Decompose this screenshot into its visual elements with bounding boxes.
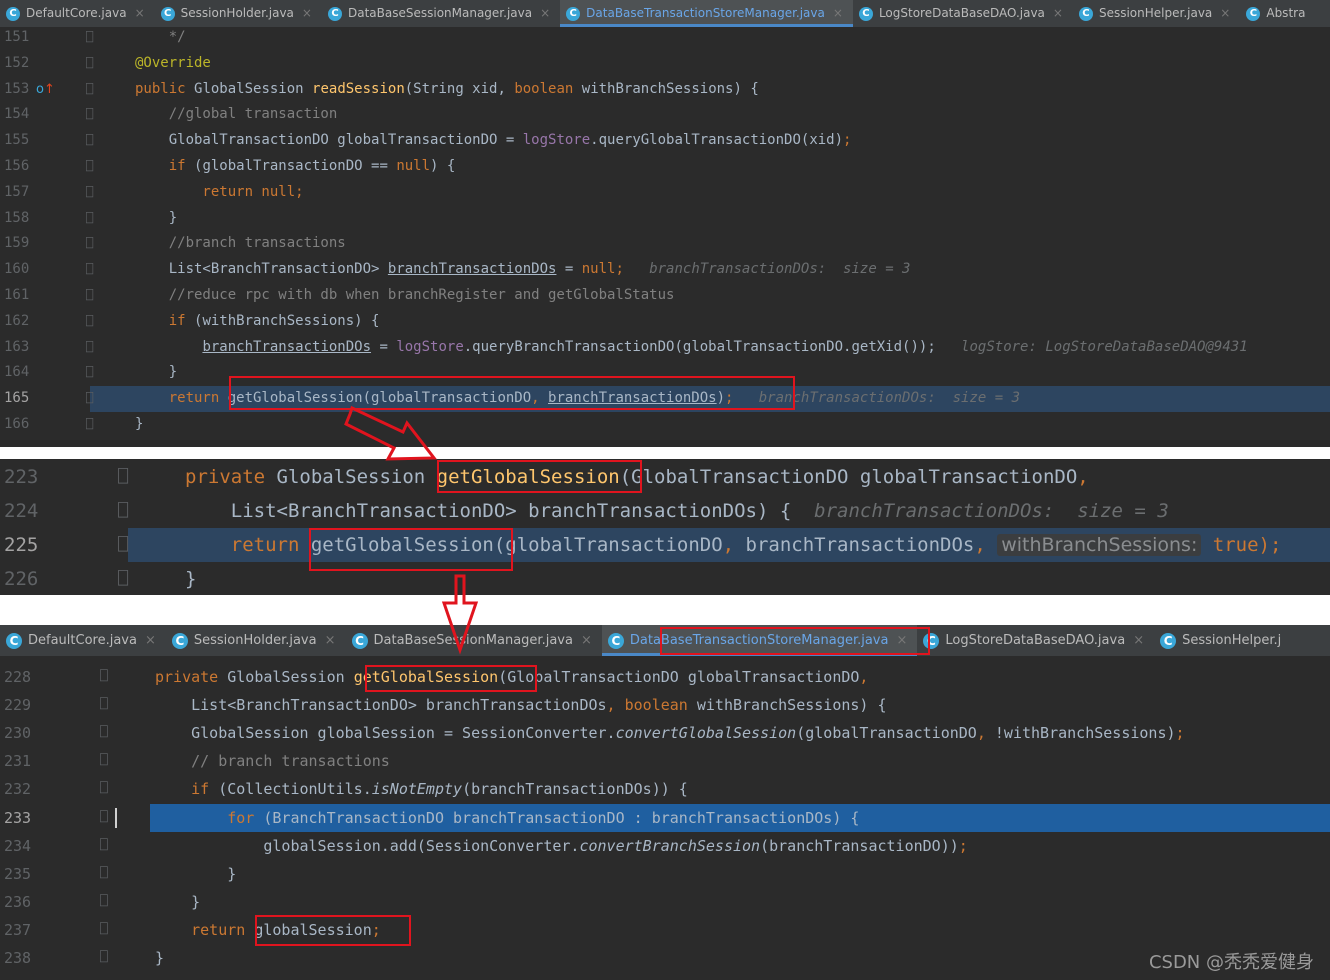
- arrow-icon: [441, 574, 479, 655]
- arrow-icon: [344, 405, 438, 461]
- arrow-annotations: [344, 405, 479, 655]
